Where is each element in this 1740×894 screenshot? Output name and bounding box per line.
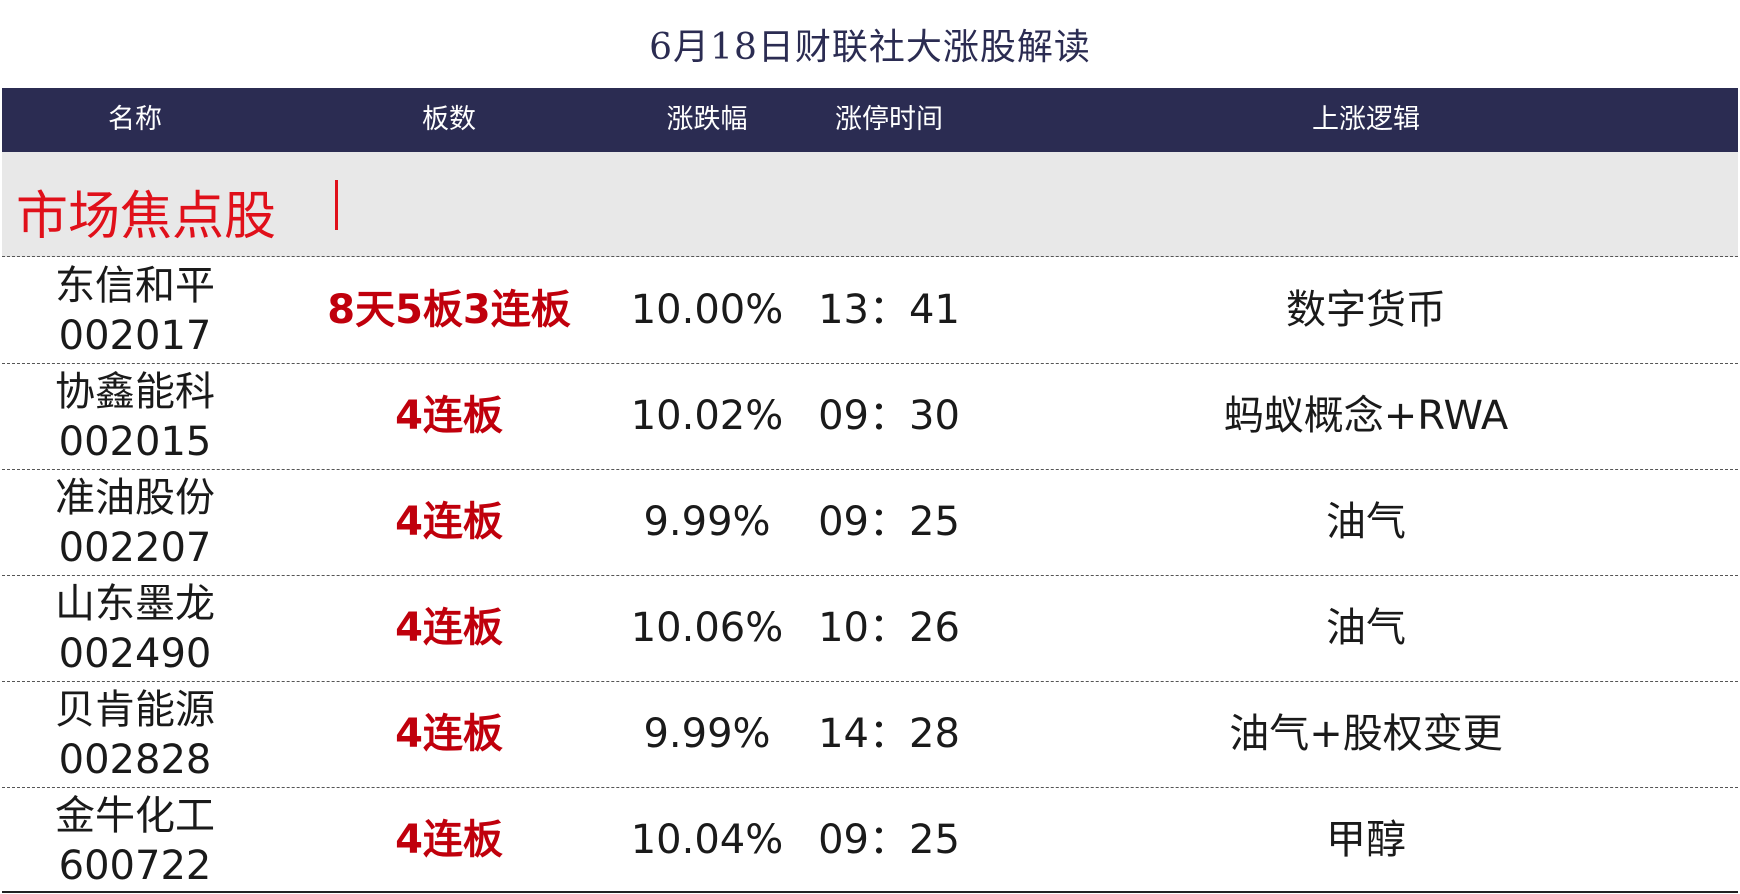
- change-percent: 9.99%: [643, 499, 771, 545]
- section-divider: [335, 180, 338, 230]
- section-row: 市场焦点股: [2, 152, 1738, 257]
- header-limit-time: 涨停时间: [835, 104, 943, 135]
- stock-name: 东信和平: [55, 263, 215, 309]
- rise-logic: 甲醇: [1326, 817, 1406, 863]
- board-count: 4连板: [395, 605, 503, 651]
- header-change: 涨跌幅: [666, 104, 748, 135]
- stock-code: 002017: [58, 313, 212, 359]
- change-percent: 10.06%: [630, 605, 784, 651]
- stock-code: 002490: [58, 631, 212, 677]
- table-row: 贝肯能源 002828 4连板 9.99% 14：28 油气+股权变更: [2, 681, 1738, 788]
- board-count: 4连板: [395, 393, 503, 439]
- stock-name: 准油股份: [55, 475, 215, 521]
- board-count: 8天5板3连板: [327, 287, 571, 333]
- change-percent: 10.00%: [630, 287, 784, 333]
- table-row: 山东墨龙 002490 4连板 10.06% 10：26 油气: [2, 575, 1738, 682]
- section-label: 市场焦点股: [16, 187, 277, 247]
- change-percent: 10.04%: [630, 817, 784, 863]
- stock-code: 600722: [58, 843, 212, 889]
- stock-name-cell: 金牛化工 600722: [2, 791, 268, 891]
- stock-name: 协鑫能科: [55, 369, 215, 415]
- limit-up-time: 09：30: [818, 393, 960, 439]
- rise-logic: 油气: [1326, 605, 1406, 651]
- stock-name-cell: 准油股份 002207: [2, 473, 268, 573]
- change-percent: 10.02%: [630, 393, 784, 439]
- stock-name-cell: 贝肯能源 002828: [2, 685, 268, 785]
- table-header: 名称 板数 涨跌幅 涨停时间 上涨逻辑: [2, 88, 1738, 152]
- stock-name: 山东墨龙: [55, 581, 215, 627]
- stock-name-cell: 东信和平 002017: [2, 261, 268, 361]
- rise-logic: 蚂蚁概念+RWA: [1223, 393, 1509, 439]
- board-count: 4连板: [395, 711, 503, 757]
- table-row: 协鑫能科 002015 4连板 10.02% 09：30 蚂蚁概念+RWA: [2, 363, 1738, 470]
- page-title: 6月18日财联社大涨股解读: [649, 27, 1091, 68]
- table-bottom-border: [2, 891, 1738, 893]
- limit-up-time: 09：25: [818, 817, 960, 863]
- rise-logic: 数字货币: [1286, 287, 1446, 333]
- stock-code: 002828: [58, 737, 212, 783]
- stock-code: 002207: [58, 525, 212, 571]
- limit-up-time: 09：25: [818, 499, 960, 545]
- rise-logic: 油气+股权变更: [1229, 711, 1503, 757]
- stock-name-cell: 协鑫能科 002015: [2, 367, 268, 467]
- stock-name-cell: 山东墨龙 002490: [2, 579, 268, 679]
- limit-up-time: 14：28: [818, 711, 960, 757]
- rise-logic: 油气: [1326, 499, 1406, 545]
- table-row: 东信和平 002017 8天5板3连板 10.00% 13：41 数字货币: [2, 257, 1738, 364]
- change-percent: 9.99%: [643, 711, 771, 757]
- header-name: 名称: [108, 104, 162, 135]
- stock-name: 金牛化工: [55, 793, 215, 839]
- table-row: 金牛化工 600722 4连板 10.04% 09：25 甲醇: [2, 787, 1738, 893]
- limit-up-time: 10：26: [818, 605, 960, 651]
- table-row: 准油股份 002207 4连板 9.99% 09：25 油气: [2, 469, 1738, 576]
- stock-code: 002015: [58, 419, 212, 465]
- header-logic: 上涨逻辑: [1312, 104, 1420, 135]
- board-count: 4连板: [395, 499, 503, 545]
- board-count: 4连板: [395, 817, 503, 863]
- limit-up-time: 13：41: [818, 287, 960, 333]
- stock-name: 贝肯能源: [55, 687, 215, 733]
- header-boards: 板数: [422, 104, 476, 135]
